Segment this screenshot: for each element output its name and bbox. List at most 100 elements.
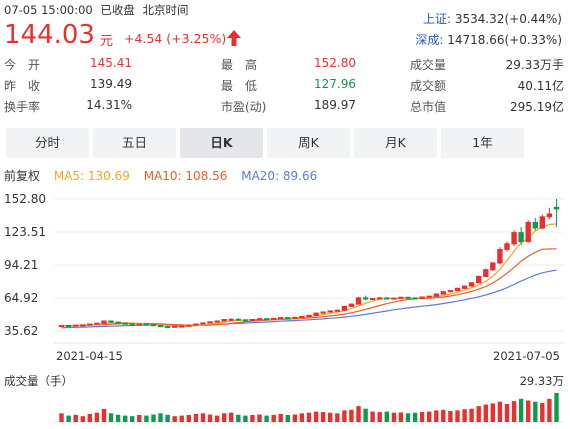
volume-bar (264, 415, 269, 422)
volume-bar (497, 401, 503, 422)
volume-bar (179, 415, 184, 422)
candle-body (532, 221, 538, 229)
candle-body (228, 318, 234, 321)
volume-bar (214, 415, 220, 422)
volume-bar (476, 406, 481, 423)
volume-bar (94, 412, 100, 422)
volume-bar (250, 415, 255, 422)
volume-bar (130, 416, 135, 422)
volume-bar (490, 403, 495, 422)
volume-bar (151, 414, 156, 422)
candle-body (129, 323, 135, 326)
candle-body (186, 324, 192, 327)
candle-body (426, 295, 432, 298)
volume-bar (200, 413, 206, 422)
volume-bar (313, 411, 319, 422)
candle-body (348, 303, 355, 307)
candle-body (179, 325, 185, 328)
volume-bar (193, 413, 199, 422)
x-date-start: 2021-04-15 (56, 349, 123, 363)
candle-body (476, 276, 482, 284)
volume-bar (483, 404, 488, 422)
candle-body (87, 323, 93, 326)
candle-body (278, 317, 284, 320)
volume-bar (87, 413, 92, 422)
candle-body (447, 290, 454, 293)
candle-body (412, 297, 418, 300)
volume-bar (547, 398, 552, 422)
candle-body (73, 324, 79, 327)
volume-bar (384, 411, 389, 422)
volume-bar (80, 416, 85, 422)
volume-bar (349, 409, 354, 422)
candle-body (108, 320, 114, 323)
candle-body (122, 322, 128, 325)
candle-body (214, 320, 220, 323)
volume-bar (73, 414, 78, 423)
candle-body (483, 269, 489, 278)
candle-body (440, 291, 447, 295)
volume-bar (434, 410, 439, 422)
volume-bar (236, 414, 241, 423)
candle-body (200, 322, 206, 325)
candle-body (433, 293, 440, 297)
x-date-end: 2021-07-05 (493, 349, 560, 363)
candle-body (193, 323, 199, 326)
volume-bar (363, 408, 368, 422)
candle-body (504, 243, 510, 250)
candle-body (292, 316, 298, 319)
candle-body (242, 319, 249, 322)
candle-body (497, 249, 503, 264)
candle-body (221, 319, 227, 322)
candle-body (249, 319, 256, 321)
candle-body (320, 311, 326, 314)
candle-body (235, 318, 242, 321)
candle-body (391, 297, 397, 300)
candle-body (553, 206, 560, 210)
candle-body (136, 323, 143, 326)
candle-body (263, 318, 270, 321)
volume-bar (320, 412, 326, 422)
volume-bar (306, 412, 312, 422)
volume-bar (412, 412, 418, 422)
candle-body (490, 262, 496, 271)
volume-bar (504, 404, 510, 422)
volume-bar (370, 411, 375, 422)
candle-body (461, 285, 468, 289)
candle-body (306, 314, 312, 317)
volume-bar (511, 401, 517, 422)
volume-bar (186, 415, 191, 422)
candle-body (546, 213, 553, 218)
volume-bar (285, 415, 290, 422)
volume-bar (229, 412, 234, 422)
volume-bar (427, 411, 432, 422)
candle-body (172, 325, 178, 328)
volume-bar (108, 413, 114, 422)
candle-body (94, 322, 100, 325)
volume-bar (448, 411, 453, 422)
volume-bar (66, 415, 71, 422)
volume-bar (115, 414, 121, 423)
candle-body (164, 326, 171, 329)
volume-bar (292, 414, 298, 422)
candle-body (150, 324, 157, 327)
candle-body (341, 305, 348, 311)
volume-bar (165, 414, 170, 423)
candle-body (468, 282, 475, 287)
candle-body (355, 297, 362, 305)
kline-chart[interactable] (0, 0, 570, 429)
volume-bar (123, 415, 128, 422)
volume-label: 成交量（手） (4, 374, 73, 388)
candle-body (525, 221, 531, 243)
candle-body (369, 298, 376, 300)
candle-body (299, 316, 305, 318)
candle-body (327, 310, 333, 313)
volume-bar (462, 409, 467, 422)
ma5-line (61, 223, 557, 327)
volume-bar (533, 401, 538, 422)
volume-bar (554, 393, 559, 422)
candle-body (419, 296, 425, 299)
volume-bar (137, 415, 142, 422)
volume-bar (335, 413, 340, 422)
volume-bar (222, 413, 227, 422)
